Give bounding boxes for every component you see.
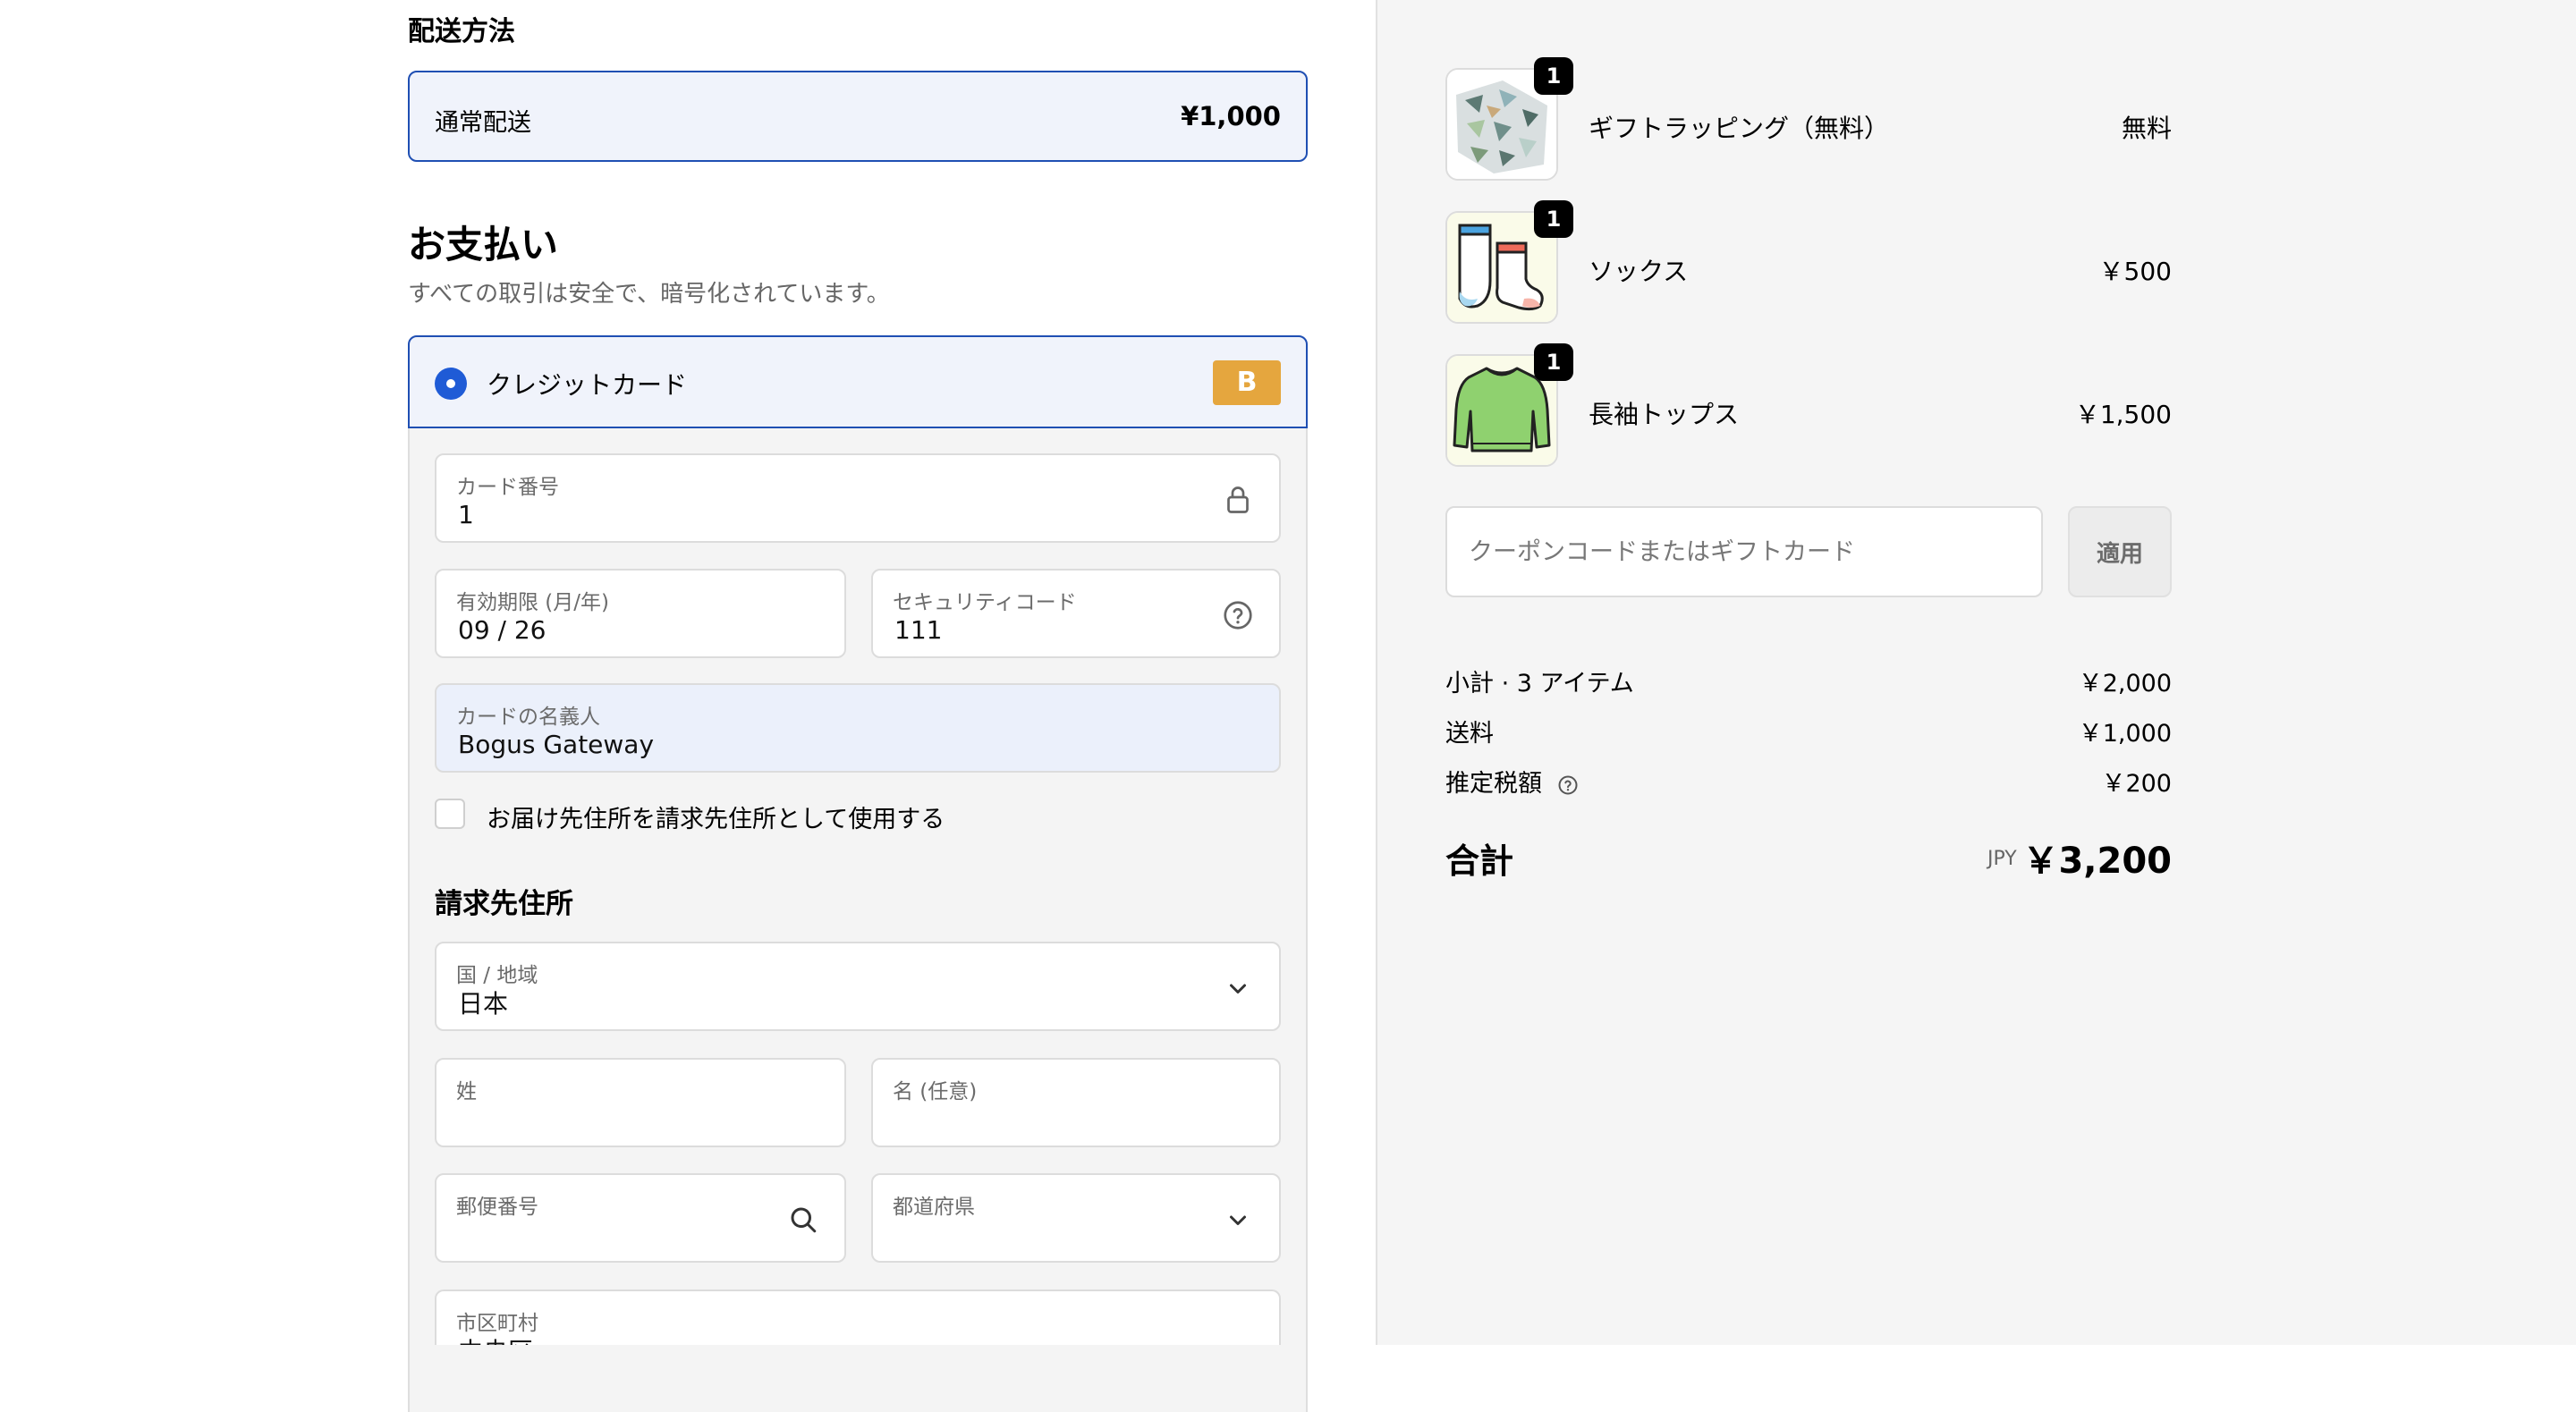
prefecture-label: 都道府県 [893, 1196, 975, 1219]
city-field[interactable]: 市区町村 中央区 [435, 1289, 1281, 1345]
payment-provider-badge: B [1213, 360, 1281, 405]
payment-section-title: お支払い [408, 223, 559, 266]
shipping-label: 送料 [1445, 720, 1494, 748]
cart-item-name: ギフトラッピング（無料） [1589, 114, 1890, 143]
tax-row: 推定税額 ￥200 [1445, 764, 2172, 799]
credit-card-option[interactable]: クレジットカード B [408, 335, 1308, 428]
total-label: 合計 [1445, 841, 1514, 881]
shipping-method-price: ¥1,000 [1181, 101, 1281, 131]
shipping-section-title: 配送方法 [408, 16, 515, 47]
postal-code-label: 郵便番号 [456, 1196, 538, 1219]
apply-coupon-button[interactable]: 適用 [2068, 506, 2172, 597]
country-select[interactable]: 国 / 地域 日本 [435, 942, 1281, 1031]
subtotal-label: 小計 · 3 アイテム [1445, 670, 1634, 698]
prefecture-select[interactable]: 都道府県 [871, 1173, 1281, 1263]
quantity-badge: 1 [1534, 343, 1573, 381]
last-name-label: 姓 [456, 1080, 477, 1103]
lock-icon [1227, 486, 1249, 513]
subtotal-row: 小計 · 3 アイテム ￥2,000 [1445, 664, 2172, 698]
chevron-down-icon [1230, 1215, 1246, 1225]
security-code-field[interactable]: セキュリティコード 111 [871, 569, 1281, 658]
cart-item-name: ソックス [1589, 257, 1689, 286]
total-currency: JPY [1987, 848, 2017, 870]
subtotal-value: ￥2,000 [2078, 670, 2172, 698]
payment-section-subtitle: すべての取引は安全で、暗号化されています。 [408, 281, 890, 308]
shipping-method-option[interactable]: 通常配送 ¥1,000 [408, 71, 1308, 162]
security-code-value: 111 [894, 615, 943, 645]
card-number-field[interactable]: カード番号 1 [435, 453, 1281, 543]
shipping-method-name: 通常配送 [435, 109, 531, 137]
expiry-value: 09 / 26 [458, 615, 547, 645]
cart-item: 1 ソックス ￥500 [1445, 200, 2172, 327]
same-address-checkbox[interactable] [435, 799, 465, 829]
first-name-field[interactable]: 名 (任意) [871, 1058, 1281, 1147]
same-address-label[interactable]: お届け先住所を請求先住所として使用する [487, 799, 945, 834]
first-name-label: 名 (任意) [893, 1080, 978, 1103]
cart-item: 1 ギフトラッピング（無料） 無料 [1445, 57, 2172, 184]
security-code-label: セキュリティコード [893, 591, 1077, 614]
cardholder-name-label: カードの名義人 [456, 706, 600, 729]
total-value: ￥3,200 [2022, 841, 2172, 882]
cart-item-name: 長袖トップス [1589, 400, 1740, 429]
cardholder-name-value: Bogus Gateway [458, 730, 655, 759]
help-circle-icon[interactable] [1222, 599, 1254, 631]
cart-item-price: ￥500 [2098, 257, 2172, 286]
country-value: 日本 [458, 989, 509, 1019]
checkout-form-panel: 配送方法 通常配送 ¥1,000 お支払い すべての取引は安全で、暗号化されてい… [0, 0, 1376, 1412]
last-name-field[interactable]: 姓 [435, 1058, 846, 1147]
coupon-input[interactable] [1445, 506, 2043, 597]
tax-label: 推定税額 [1445, 770, 1542, 798]
quantity-badge: 1 [1534, 200, 1573, 238]
card-number-label: カード番号 [456, 476, 559, 499]
cart-item-price: 無料 [2121, 114, 2172, 143]
city-value: 中央区 [458, 1332, 533, 1345]
card-number-value: 1 [458, 500, 474, 529]
shipping-value: ￥1,000 [2078, 720, 2172, 748]
billing-section-title: 請求先住所 [435, 888, 573, 920]
city-label: 市区町村 [456, 1312, 538, 1335]
credit-card-label: クレジットカード [487, 370, 688, 400]
cardholder-name-field[interactable]: カードの名義人 Bogus Gateway [435, 683, 1281, 773]
tax-value: ￥200 [2101, 770, 2172, 798]
cart-item-price: ￥1,500 [2074, 400, 2172, 429]
credit-card-radio[interactable] [435, 368, 467, 400]
postal-code-field[interactable]: 郵便番号 [435, 1173, 846, 1263]
quantity-badge: 1 [1534, 57, 1573, 95]
expiry-field[interactable]: 有効期限 (月/年) 09 / 26 [435, 569, 846, 658]
expiry-label: 有効期限 (月/年) [456, 591, 610, 614]
cart-item: 1 長袖トップス ￥1,500 [1445, 343, 2172, 470]
help-circle-icon[interactable] [1557, 774, 1579, 796]
search-icon[interactable] [787, 1204, 819, 1236]
chevron-down-icon [1230, 984, 1246, 993]
shipping-row: 送料 ￥1,000 [1445, 714, 2172, 748]
country-label: 国 / 地域 [456, 964, 538, 987]
